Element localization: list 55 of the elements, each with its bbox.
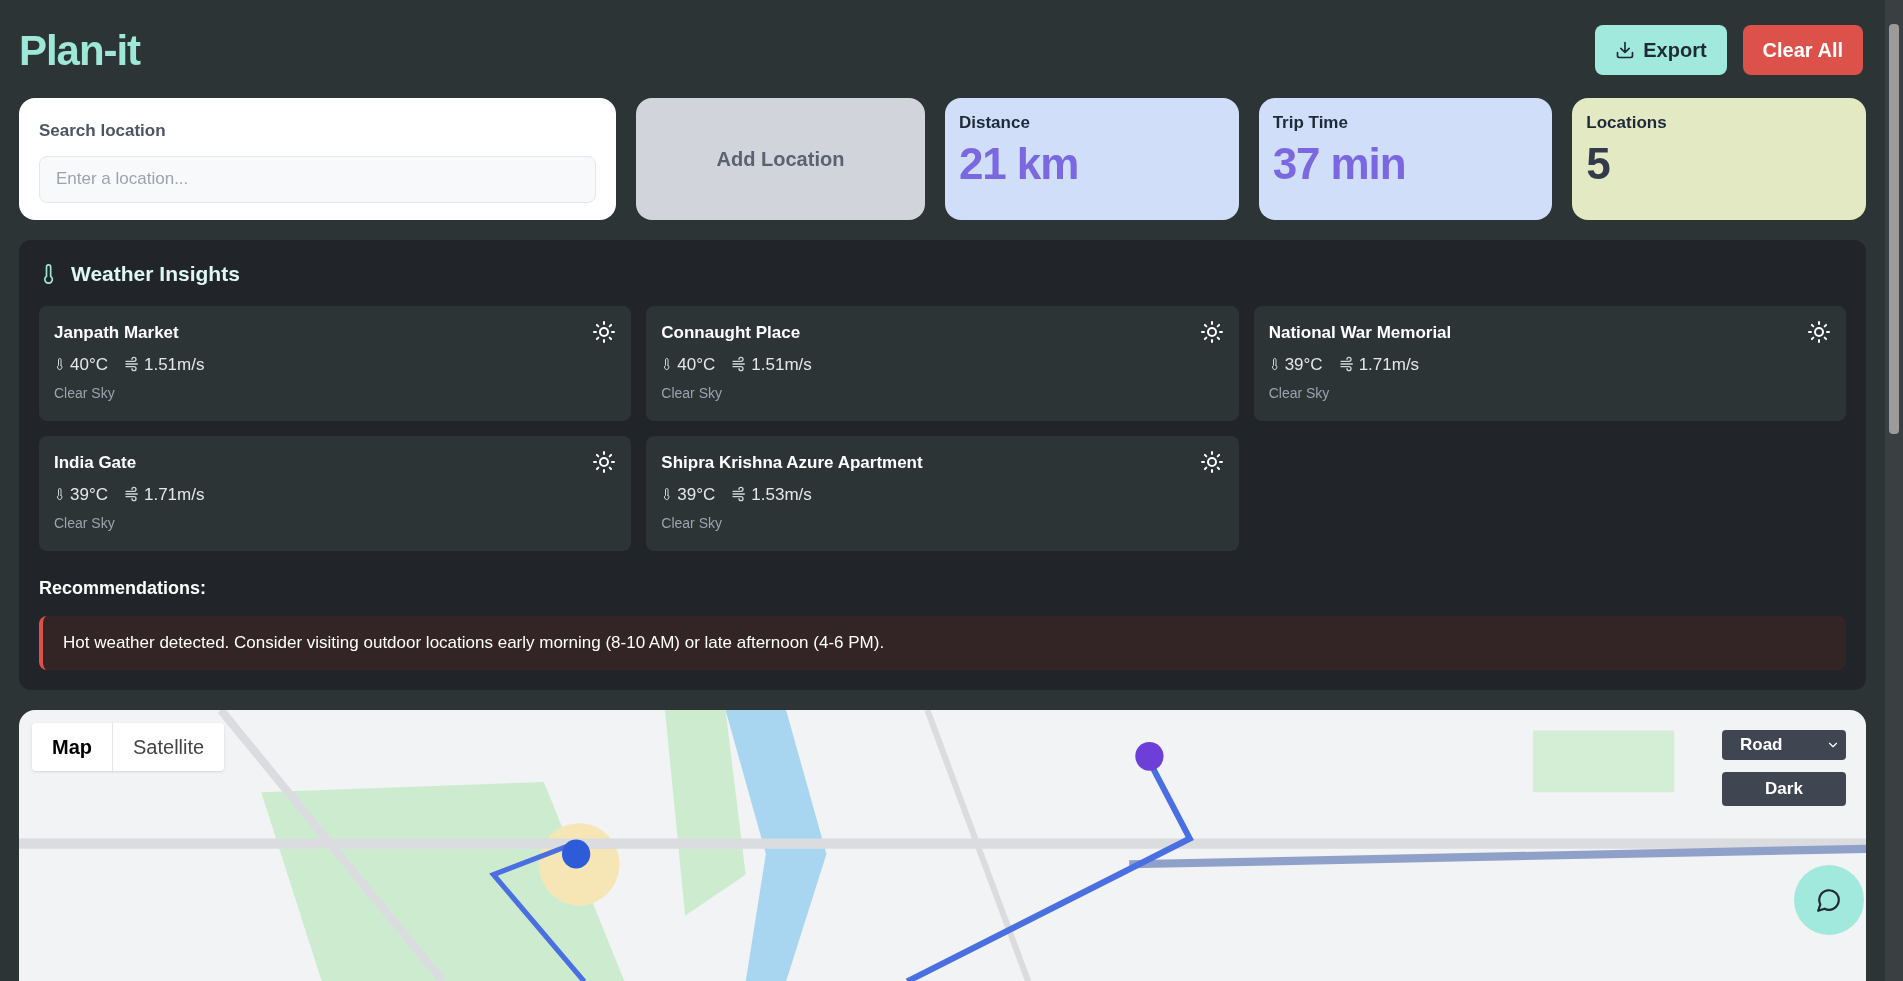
wind-speed-text: 1.51m/s xyxy=(751,353,812,376)
stat-value: 5 xyxy=(1586,137,1611,190)
chat-bubble-icon xyxy=(1816,886,1842,913)
wind-icon xyxy=(124,486,140,503)
wind-icon xyxy=(731,356,748,373)
place-name: National War Memorial xyxy=(1268,322,1452,344)
thermometer-icon xyxy=(54,356,66,373)
wind-speed-text: 1.51m/s xyxy=(144,353,205,376)
temperature-text: 39°C xyxy=(70,483,108,506)
wind-icon xyxy=(1338,356,1355,373)
download-icon xyxy=(1615,40,1636,60)
thermometer-icon xyxy=(54,486,66,503)
search-field[interactable]: Enter a location... xyxy=(39,155,596,203)
export-button[interactable]: Export xyxy=(1595,25,1727,75)
stat-label: Distance xyxy=(959,112,1031,134)
stat-value: 21 km xyxy=(959,137,1080,190)
condition-text: Clear Sky xyxy=(661,384,723,403)
field-label: Search location xyxy=(39,120,167,142)
sun-icon xyxy=(1199,320,1224,344)
clear-all-button[interactable]: Clear All xyxy=(1742,25,1863,75)
condition-text: Clear Sky xyxy=(661,514,723,533)
condition-text: Clear Sky xyxy=(1268,384,1331,403)
scrollbar[interactable] xyxy=(1885,0,1903,981)
app-title: Plan-it xyxy=(19,25,140,76)
wind-speed-text: 1.71m/s xyxy=(1358,353,1420,376)
wind-icon xyxy=(731,486,748,503)
wind-speed-text: 1.53m/s xyxy=(751,483,812,506)
place-name: India Gate xyxy=(54,452,137,474)
place-name: Janpath Market xyxy=(54,322,179,344)
sun-icon xyxy=(1199,450,1224,474)
stat-value: 37 min xyxy=(1272,137,1407,190)
wind-icon xyxy=(124,356,140,373)
sun-icon xyxy=(1807,320,1831,344)
sun-icon xyxy=(592,320,617,344)
recommendations-title: Recommendations: xyxy=(39,577,208,600)
condition-text: Clear Sky xyxy=(54,514,116,533)
temperature-text: 39°C xyxy=(677,483,716,506)
place-name: Connaught Place xyxy=(661,322,801,344)
temperature-text: 40°C xyxy=(70,353,108,376)
dark-mode-button[interactable]: Dark xyxy=(1722,771,1846,806)
select-value: Road xyxy=(1740,733,1783,756)
section-title: Weather Insights xyxy=(71,261,240,288)
sun-icon xyxy=(592,450,617,474)
recommendation-alert: Hot weather detected. Consider visiting outdoor locations early morning (8-10 AM) or late afternoon (4-6 PM). xyxy=(39,616,1846,670)
place-name: Shipra Krishna Azure Apartment xyxy=(661,452,923,474)
add-location-button[interactable]: Add Location xyxy=(636,98,925,220)
stat-label: Trip Time xyxy=(1272,112,1349,134)
map-view-tab[interactable]: Satellite xyxy=(112,722,225,771)
map-view-tab[interactable]: Map xyxy=(32,722,112,771)
condition-text: Clear Sky xyxy=(54,384,116,403)
temperature-text: 40°C xyxy=(677,353,716,376)
map-style-select[interactable]: Road xyxy=(1722,729,1846,760)
stat-label: Locations xyxy=(1586,112,1668,134)
wind-speed-text: 1.71m/s xyxy=(144,483,205,506)
temperature-text: 39°C xyxy=(1284,353,1323,376)
